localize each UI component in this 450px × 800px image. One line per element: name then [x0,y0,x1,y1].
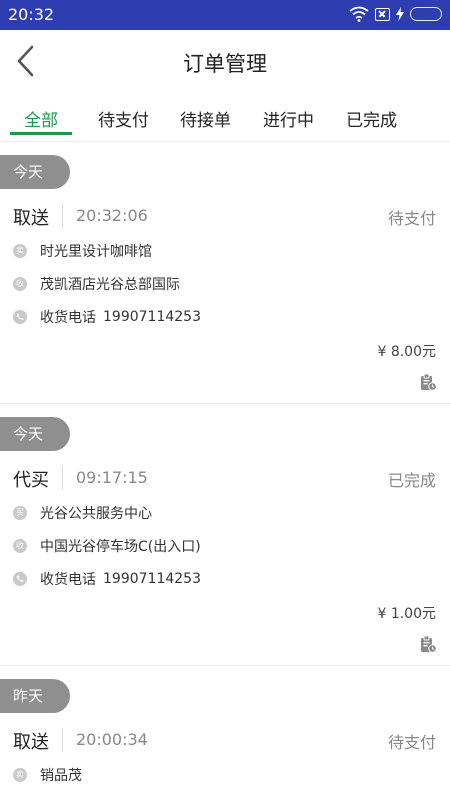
separator [62,204,63,228]
order-delivery-row[interactable]: 收 茂凯酒店光谷总部国际 [13,274,180,294]
battery-icon [410,7,442,21]
pickup-address: 光谷公共服务中心 [40,506,152,522]
seller-icon: 卖 [13,768,27,782]
clipboard-icon[interactable] [419,373,437,391]
order-delivery-row[interactable]: 收 中国光谷停车场C(出入口) [13,536,201,556]
order-time: 20:00:34 [76,730,148,749]
wifi-icon [349,6,369,22]
order-pickup-row[interactable]: 买 光谷公共服务中心 [13,503,152,523]
phone-number[interactable]: 19907114253 [103,309,201,325]
phone-icon [13,310,27,324]
no-sim-icon [375,7,390,21]
order-type[interactable]: 取送 [13,204,49,230]
order-tabs: 全部 待支付 待接单 进行中 已完成 [0,92,450,142]
phone-number[interactable]: 19907114253 [103,571,201,587]
buy-icon: 买 [13,506,27,520]
order-pickup-row[interactable]: 卖 销品茂 [13,765,82,785]
charging-bolt-icon [396,7,404,21]
pickup-address: 销品茂 [40,768,82,784]
order-pickup-row[interactable]: 卖 时光里设计咖啡馆 [13,241,152,261]
clipboard-icon[interactable] [419,635,437,653]
order-time: 20:32:06 [76,206,148,225]
order-status: 已完成 [387,471,436,490]
order-type[interactable]: 代买 [13,466,49,492]
phone-label: 收货电话 [40,572,96,588]
page-title: 订单管理 [183,52,267,76]
order-status: 待支付 [387,209,436,228]
order-phone-row[interactable]: 收货电话 19907114253 [13,307,201,327]
delivery-address: 中国光谷停车场C(出入口) [40,539,201,555]
order-price: ¥ 1.00元 [377,606,436,622]
order-price: ¥ 8.00元 [377,344,436,360]
pickup-address: 时光里设计咖啡馆 [40,244,152,260]
tab-in-progress[interactable]: 进行中 [263,106,314,131]
separator [62,466,63,490]
day-label: 昨天 [0,679,70,713]
app-header: 订单管理 [0,30,450,92]
status-time: 20:32 [8,5,55,24]
seller-icon: 卖 [13,244,27,258]
order-phone-row[interactable]: 收货电话 19907114253 [13,569,201,589]
status-icons [349,6,442,22]
separator [62,728,63,752]
receive-icon: 收 [13,277,27,291]
tab-pending-payment[interactable]: 待支付 [98,106,149,131]
delivery-address: 茂凯酒店光谷总部国际 [40,277,180,293]
receive-icon: 收 [13,539,27,553]
tab-all[interactable]: 全部 [24,106,58,131]
tab-pending-accept[interactable]: 待接单 [180,106,231,131]
card-divider [0,665,450,666]
order-time: 09:17:15 [76,468,148,487]
status-bar: 20:32 [0,0,450,30]
day-label: 今天 [0,155,70,189]
order-status: 待支付 [387,733,436,752]
active-tab-indicator [10,132,72,135]
phone-label: 收货电话 [40,310,96,326]
phone-icon [13,572,27,586]
order-type[interactable]: 取送 [13,728,49,754]
day-label: 今天 [0,417,70,451]
card-divider [0,403,450,404]
tab-completed[interactable]: 已完成 [346,106,397,131]
